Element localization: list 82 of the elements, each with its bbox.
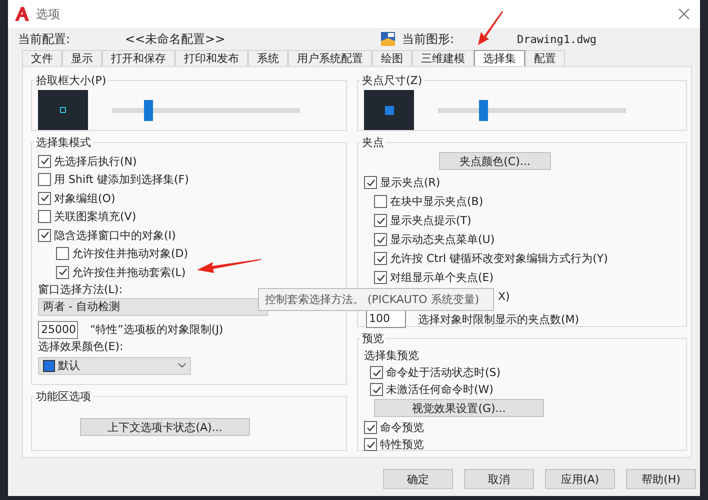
tab[interactable]: 系统 [248,50,288,66]
dialog-button[interactable]: 帮助(H) [626,469,696,489]
input-field[interactable]: 25000 [38,320,78,338]
tab[interactable]: 绘图 [372,50,412,66]
checkbox-label: 对组显示单个夹点(E) [390,270,494,285]
checkbox-label: 关联图案填充(V) [54,209,136,224]
checkbox-label: 允许按 Ctrl 键循环改变对象编辑方式行为(Y) [390,251,608,266]
checkbox[interactable] [364,176,377,189]
checkbox[interactable] [364,438,377,451]
field-label: “特性”选项板的对象限制(J) [90,322,224,337]
tab[interactable]: 打印和发布 [175,50,248,66]
checkbox-label: 隐含选择窗口中的对象(I) [54,228,176,243]
checkbox[interactable] [374,233,387,246]
slider-thumb[interactable] [144,100,153,120]
group-title: 预览 [361,331,385,346]
checkbox-label: 命令处于活动状态时(S) [386,365,501,380]
checkbox[interactable] [370,366,383,379]
slider-thumb[interactable] [479,100,488,120]
color-swatch-icon [43,360,55,372]
checkbox-label: 命令预览 [380,420,424,435]
checkbox[interactable] [38,192,51,205]
checkbox-label: 显示夹点提示(T) [390,213,472,228]
checkbox[interactable] [56,266,69,279]
tab[interactable]: 显示 [62,50,102,66]
checkbox[interactable] [38,173,51,186]
tab[interactable]: 用户系统配置 [288,50,372,66]
checkbox-label: 显示动态夹点菜单(U) [390,232,495,247]
drawing-label: 当前图形: [402,30,456,48]
window-title: 选项 [36,6,61,22]
tab[interactable]: 三维建模 [412,50,474,66]
dropdown[interactable]: 默认 [38,356,191,374]
checkbox[interactable] [374,252,387,265]
checkbox[interactable] [374,214,387,227]
checkbox[interactable] [370,383,383,396]
chevron-down-icon [178,363,186,368]
profile-name: <<未命名配置>> [125,30,226,48]
checkbox[interactable] [364,421,377,434]
input-field[interactable]: 100 [366,310,406,328]
visual-effects-button[interactable]: 视觉效果设置(G)... [374,399,544,417]
checkbox[interactable] [374,195,387,208]
checkbox[interactable] [56,247,69,260]
close-icon[interactable] [678,8,690,20]
checkbox-label: 对象编组(O) [54,190,116,206]
group-title: 夹点 [361,135,385,150]
tooltip: 控制套索选择方法。 (PICKAUTO 系统变量) [258,288,494,311]
group-title: 功能区选项 [35,389,92,404]
tab-state-button[interactable]: 上下文选项卡状态(A)... [80,418,250,436]
dialog-button[interactable]: 取消 [464,469,534,489]
group-title: 夹点尺寸(Z) [361,73,424,88]
checkbox-label: X) [498,290,510,303]
checkbox-label: 显示夹点(R) [380,175,440,190]
tab[interactable]: 配置 [525,50,565,66]
group-title: 选择集模式 [35,135,92,150]
checkbox[interactable] [38,228,51,242]
field-label: 选择效果颜色(E): [38,338,124,354]
field-label: 窗口选择方法(L): [38,282,122,298]
dialog-button[interactable]: 确定 [383,469,453,489]
app-logo-icon [14,6,30,22]
checkbox-label: 允许按住并拖动套索(L) [72,264,186,280]
checkbox-label: 在块中显示夹点(B) [390,194,484,209]
group-title: 拾取框大小(P) [35,73,108,88]
checkbox-label: 特性预览 [380,437,424,452]
checkbox[interactable] [38,154,51,168]
checkbox-label: 允许按住并拖动对象(D) [72,246,188,262]
checkbox-label: 未激活任何命令时(W) [386,382,494,397]
pickbox-icon [60,107,66,113]
drawing-file-icon [380,31,396,47]
checkbox-label: 先选择后执行(N) [54,154,137,169]
profile-label: 当前配置: [18,30,72,48]
tab[interactable]: 文件 [22,50,62,66]
checkbox[interactable] [374,271,387,284]
checkbox-label: 用 Shift 键添加到选择集(F) [54,172,189,188]
grip-icon [384,106,394,114]
tab[interactable]: 选择集 [474,50,525,66]
checkbox[interactable] [38,210,51,224]
section-label: 选择集预览 [364,348,420,364]
tab[interactable]: 打开和保存 [102,50,175,66]
drawing-name: Drawing1.dwg [517,32,596,46]
dialog-button[interactable]: 应用(A) [545,469,615,489]
field-label: 选择对象时限制显示的夹点数(M) [418,312,580,326]
grip-color-button[interactable]: 夹点颜色(C)... [439,152,551,170]
annotation-arrow [196,258,262,274]
